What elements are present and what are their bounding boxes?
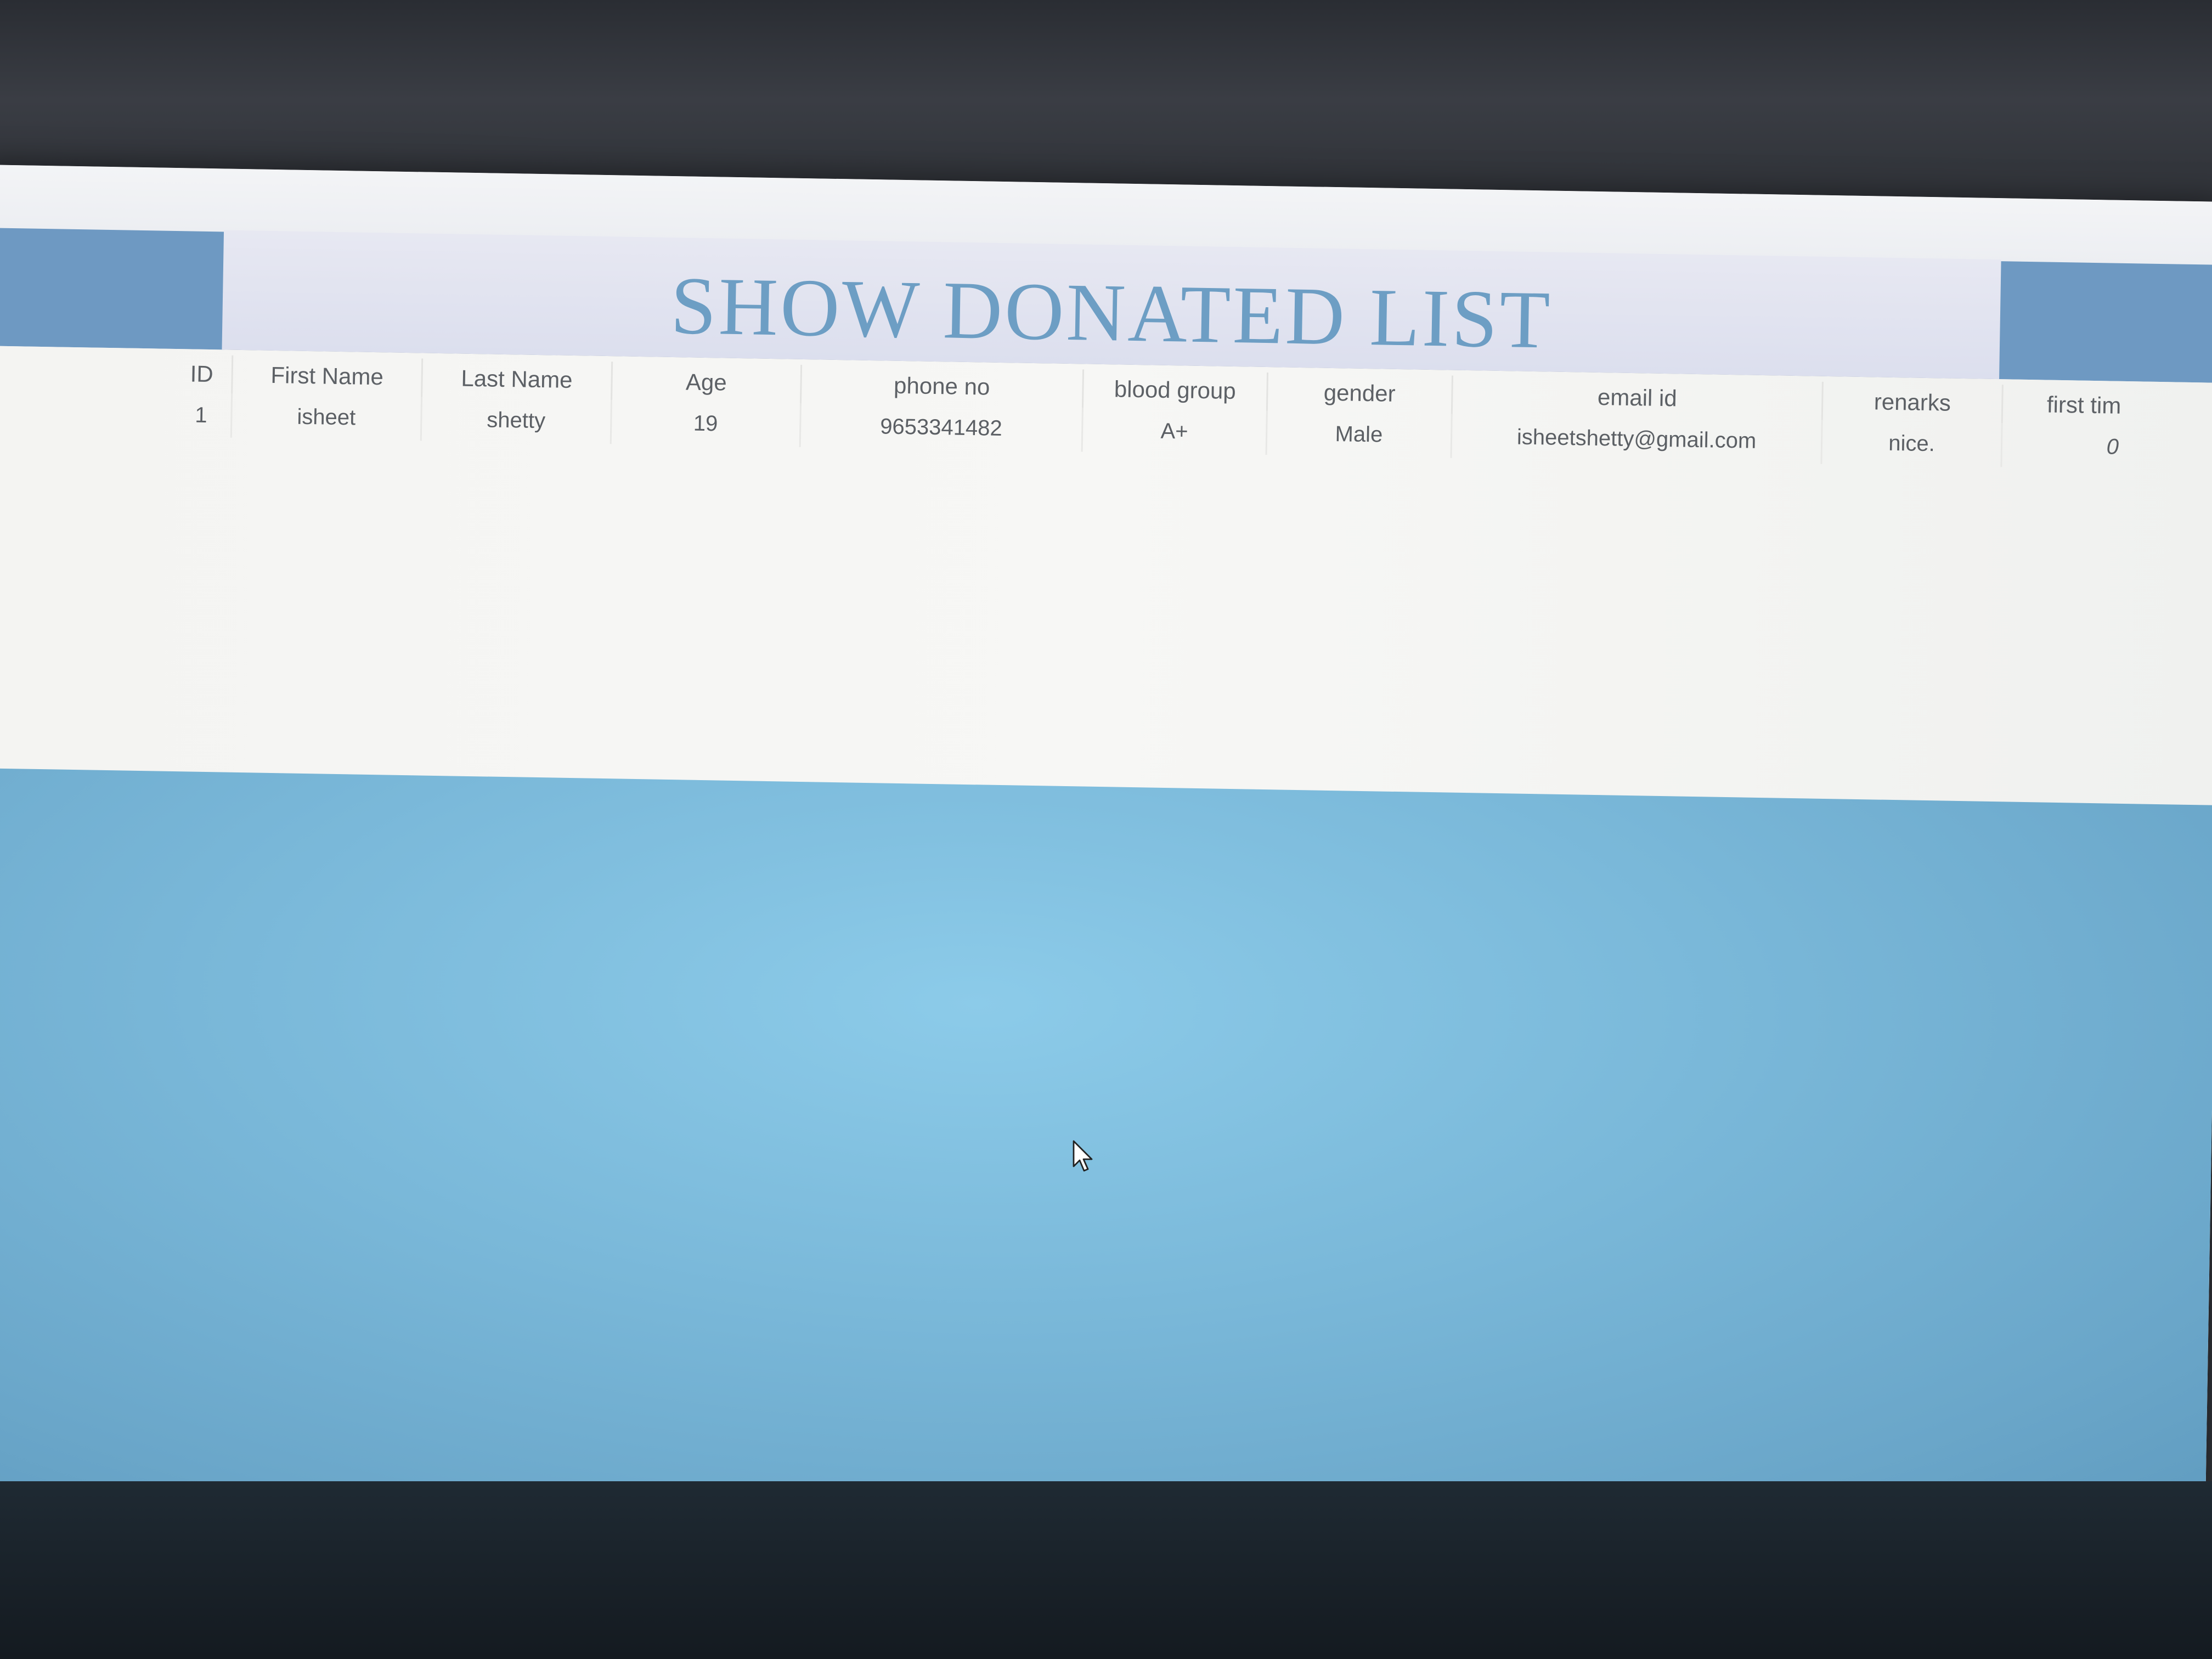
column-header-remarks[interactable]: renarks xyxy=(1822,381,2003,424)
cell-last-name[interactable]: shetty xyxy=(421,397,612,444)
donated-list-table-area: ID First Name Last Name Age phone no blo… xyxy=(0,345,2212,805)
column-header-phone-no[interactable]: phone no xyxy=(800,364,1084,408)
cell-gender[interactable]: Male xyxy=(1266,411,1452,458)
cell-blood-group[interactable]: A+ xyxy=(1081,408,1267,455)
application-window: SHOW DONATED LIST ID First Name Last Nam… xyxy=(0,165,2212,1530)
form-background xyxy=(0,768,2212,1530)
cell-id[interactable]: 1 xyxy=(171,392,232,438)
cell-remarks[interactable]: nice. xyxy=(1821,420,2002,467)
cell-first-time[interactable]: 0 xyxy=(2001,423,2212,471)
column-header-gender[interactable]: gender xyxy=(1267,373,1453,414)
cell-email-id[interactable]: isheetshetty@gmail.com xyxy=(1451,414,1822,464)
cell-first-name[interactable]: isheet xyxy=(231,393,422,441)
mouse-pointer-icon xyxy=(1073,1140,1093,1172)
column-header-blood-group[interactable]: blood group xyxy=(1082,369,1268,411)
monitor-bezel xyxy=(0,1481,2212,1659)
column-header-first-name[interactable]: First Name xyxy=(232,355,422,397)
column-header-id[interactable]: ID xyxy=(172,354,233,394)
cell-phone-no[interactable]: 9653341482 xyxy=(799,403,1083,452)
column-header-age[interactable]: Age xyxy=(611,362,802,403)
column-header-last-name[interactable]: Last Name xyxy=(421,358,612,400)
column-header-first-time[interactable]: first tim xyxy=(2002,385,2212,427)
photo-frame: SHOW DONATED LIST ID First Name Last Nam… xyxy=(0,0,2212,1659)
cell-age[interactable]: 19 xyxy=(611,400,801,447)
column-header-email-id[interactable]: email id xyxy=(1451,375,1823,420)
